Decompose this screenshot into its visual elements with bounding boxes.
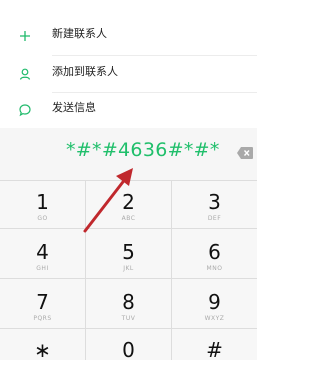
key-3[interactable]: 3 DEF: [172, 182, 257, 226]
key-digit: 2: [122, 190, 135, 214]
key-letters: PQRS: [33, 315, 52, 322]
key-4[interactable]: 4 GHI: [0, 232, 85, 276]
key-letters: GO: [37, 215, 48, 222]
send-message-item[interactable]: 发送信息: [0, 92, 257, 128]
key-digit: 8: [122, 290, 135, 314]
key-letters: TUV: [121, 315, 136, 322]
key-hash[interactable]: #: [172, 330, 257, 374]
new-contact-label: 新建联系人: [52, 27, 107, 40]
key-9[interactable]: 9 WXYZ: [172, 282, 257, 326]
send-message-label: 发送信息: [52, 101, 96, 114]
key-star[interactable]: ∗: [0, 330, 85, 374]
key-digit: 0: [122, 338, 135, 362]
key-digit: 7: [36, 290, 49, 314]
key-2[interactable]: 2 ABC: [86, 182, 171, 226]
key-1[interactable]: 1 GO: [0, 182, 85, 226]
key-digit: #: [206, 338, 223, 362]
key-5[interactable]: 5 JKL: [86, 232, 171, 276]
dial-keypad: 1 GO 2 ABC 3 DEF 4 GHI 5 JKL 6 MNO 7 PQR…: [0, 180, 257, 361]
number-display: *#*#4636#*#*: [0, 128, 257, 180]
key-letters: WXYZ: [204, 315, 225, 322]
key-digit: 1: [36, 190, 49, 214]
key-letters: DEF: [207, 215, 222, 222]
key-digit: 4: [36, 240, 49, 264]
divider: [0, 328, 257, 329]
message-icon: [18, 102, 32, 117]
key-8[interactable]: 8 TUV: [86, 282, 171, 326]
key-letters: ABC: [121, 215, 136, 222]
key-digit: 3: [208, 190, 221, 214]
key-6[interactable]: 6 MNO: [172, 232, 257, 276]
dialed-number: *#*#4636#*#*: [66, 139, 220, 161]
key-digit: 5: [122, 240, 135, 264]
key-letters: JKL: [123, 265, 134, 272]
add-to-contact-label: 添加到联系人: [52, 65, 118, 78]
new-contact-item[interactable]: 新建联系人: [0, 18, 257, 54]
key-digit: 9: [208, 290, 221, 314]
backspace-icon[interactable]: [236, 145, 254, 159]
add-to-contact-item[interactable]: 添加到联系人: [0, 56, 257, 92]
person-icon: [18, 66, 32, 80]
key-digit: ∗: [34, 338, 51, 362]
divider: [0, 180, 257, 181]
key-letters: GHI: [36, 265, 49, 272]
divider: [0, 228, 257, 229]
key-7[interactable]: 7 PQRS: [0, 282, 85, 326]
key-letters: MNO: [206, 265, 223, 272]
divider: [0, 278, 257, 279]
contact-actions-menu: 新建联系人 添加到联系人 发送信息: [0, 0, 257, 128]
plus-icon: [18, 28, 32, 42]
key-0[interactable]: 0: [86, 330, 171, 374]
key-digit: 6: [208, 240, 221, 264]
